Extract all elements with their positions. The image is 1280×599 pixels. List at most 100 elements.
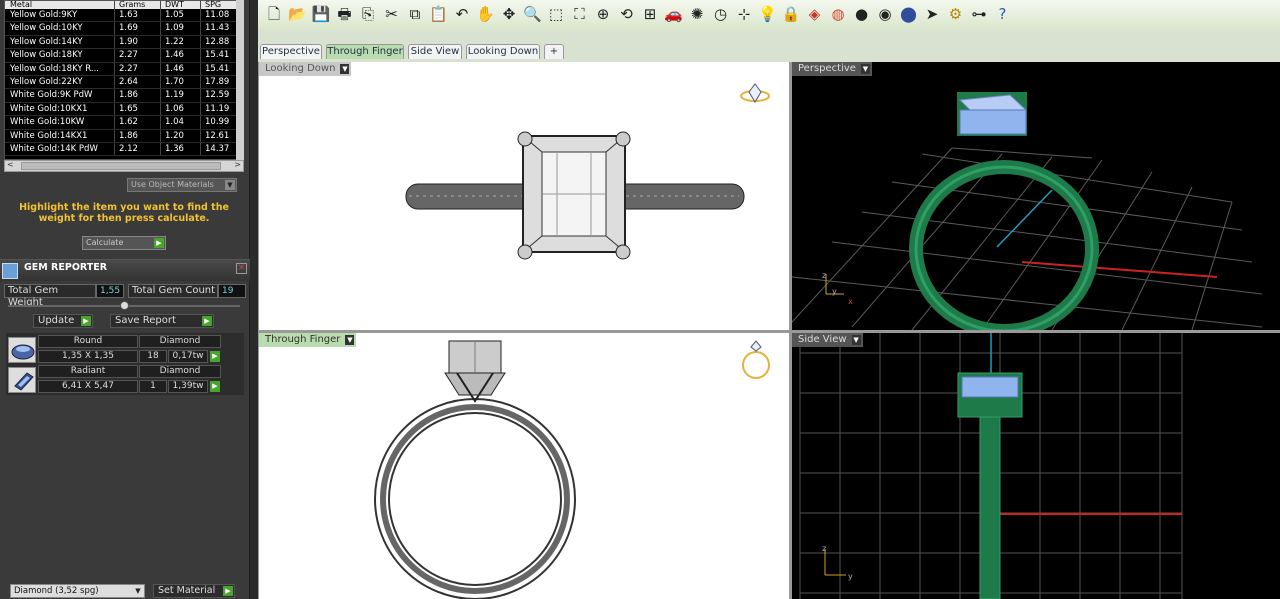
table-row[interactable]: Yellow Gold:10KY 1.69 1.09 11.43 [5, 22, 243, 36]
four-viewports-icon[interactable]: ⊞ [640, 4, 660, 24]
rotate-view-icon[interactable]: ⟲ [617, 4, 637, 24]
dwt-cell: 1.09 [161, 22, 201, 35]
light-bulb-icon[interactable]: 💡 [758, 4, 778, 24]
new-file-icon[interactable]: 🗋 [264, 4, 284, 24]
dwt-cell: 1.05 [161, 9, 201, 22]
hierarchy-icon[interactable]: ⊶ [969, 4, 989, 24]
column-header-grams[interactable]: Grams [115, 1, 161, 9]
open-folder-icon[interactable]: 📂 [288, 4, 308, 24]
gem-shape: Round [38, 335, 138, 348]
print-icon[interactable]: 🖶 [335, 4, 355, 24]
tab-perspective[interactable]: Perspective [260, 44, 322, 59]
table-vertical-scrollbar[interactable] [236, 0, 244, 160]
zoom-window-icon[interactable]: ⬚ [546, 4, 566, 24]
table-row[interactable]: White Gold:9K PdW 1.86 1.19 12.59 [5, 89, 243, 103]
table-row[interactable]: White Gold:10KX1 1.65 1.06 11.19 [5, 102, 243, 117]
list-item[interactable]: Radiant Diamond 6,41 X 5,47 1 1,39tw ▶ [6, 365, 244, 395]
viewport-label-looking-down[interactable]: Looking Down ▼ [259, 62, 352, 76]
table-row[interactable]: Yellow Gold:9KY 1.63 1.05 11.08 [5, 9, 243, 23]
settings-gear-icon[interactable]: ⚙ [946, 4, 966, 24]
left-panel: Metal Grams DWT SPG Yellow Gold:9KY 1.63 1… [0, 0, 250, 599]
tab-through-finger[interactable]: Through Finger [326, 44, 404, 59]
render-icon[interactable]: ◈ [805, 4, 825, 24]
viewport-label-perspective[interactable]: Perspective ▼ [792, 62, 872, 76]
gem-list: Round Diamond 1,35 X 1,35 18 0,17tw ▶ Ra… [6, 333, 244, 395]
table-row[interactable]: Yellow Gold:22KY 2.64 1.70 17.89 [5, 75, 243, 90]
scroll-thumb[interactable] [21, 162, 221, 170]
blue-ball-icon[interactable]: ⬤ [899, 4, 919, 24]
metal-cell: Yellow Gold:18KY R... [5, 62, 115, 75]
gem-type: Diamond [139, 335, 221, 348]
calculate-button[interactable]: Calculate ▶ [82, 236, 166, 250]
move-icon[interactable]: ✥ [499, 4, 519, 24]
table-row[interactable]: White Gold:14KX1 1.86 1.20 12.61 [5, 129, 243, 143]
gem-size: 6,41 X 5,47 [38, 380, 138, 393]
viewport-perspective[interactable]: z y x Perspective ▼ [792, 62, 1280, 330]
scroll-left-arrow-icon[interactable]: < [7, 160, 14, 169]
slider-knob[interactable] [120, 301, 129, 310]
play-arrow-icon: ▶ [81, 316, 91, 326]
gem-count: 1 [139, 380, 167, 393]
orbit-icon[interactable]: ✺ [687, 4, 707, 24]
list-item[interactable]: Round Diamond 1,35 X 1,35 18 0,17tw ▶ [6, 335, 244, 365]
column-header-dwt[interactable]: DWT [161, 1, 201, 9]
table-header: Metal Grams DWT SPG [5, 1, 243, 9]
paste-icon[interactable]: 📋 [429, 4, 449, 24]
material-select-value: Diamond (3,52 spg) [14, 586, 99, 596]
metal-cell: White Gold:14K PdW [5, 142, 115, 156]
grams-cell: 1.65 [115, 102, 161, 116]
metal-ball-icon[interactable]: ◉ [875, 4, 895, 24]
copy-icon[interactable]: ⎘ [358, 4, 378, 24]
undo-icon[interactable]: ↶ [452, 4, 472, 24]
car-icon[interactable]: 🚗 [664, 4, 684, 24]
lock-icon[interactable]: 🔒 [781, 4, 801, 24]
use-object-materials-dropdown[interactable]: Use Object Materials ▼ [127, 178, 237, 192]
grid-snap-icon[interactable]: ⊹ [734, 4, 754, 24]
table-row[interactable]: Yellow Gold:18KY 2.27 1.46 15.41 [5, 49, 243, 63]
chevron-down-icon: ▼ [135, 587, 141, 595]
perspective-ring-drawing: z y x [792, 92, 1263, 330]
scroll-right-arrow-icon[interactable]: > [234, 160, 241, 169]
play-arrow-icon[interactable]: ▶ [210, 351, 220, 362]
zoom-icon[interactable]: 🔍 [523, 4, 543, 24]
table-row[interactable]: Yellow Gold:14KY 1.90 1.22 12.88 [5, 35, 243, 50]
play-arrow-icon[interactable]: ▶ [210, 381, 220, 392]
pan-hand-icon[interactable]: ✋ [476, 4, 496, 24]
tab-side-view[interactable]: Side View [408, 44, 462, 59]
viewport-through-finger[interactable]: Through Finger ▼ [259, 333, 789, 599]
set-material-button[interactable]: Set Material ▶ [153, 584, 235, 598]
dwt-cell: 1.20 [161, 129, 201, 142]
table-row[interactable]: Yellow Gold:18KY R... 2.27 1.46 15.41 [5, 62, 243, 76]
color-wheel-icon[interactable]: ◍ [828, 4, 848, 24]
gem-shape: Radiant [38, 365, 138, 378]
grams-cell: 1.90 [115, 35, 161, 49]
cut-icon[interactable]: ✂ [382, 4, 402, 24]
zoom-extents-icon[interactable]: ⛶ [570, 4, 590, 24]
clock-icon[interactable]: ◷ [711, 4, 731, 24]
viewport-side-view[interactable]: z y Side View ▼ [792, 333, 1280, 599]
chevron-down-icon: ▼ [851, 335, 861, 345]
gem-slider[interactable] [8, 301, 240, 310]
select-pointer-icon[interactable]: ➤ [922, 4, 942, 24]
save-report-button[interactable]: Save Report ▶ [110, 314, 214, 328]
viewport-label-side-view[interactable]: Side View ▼ [792, 333, 863, 347]
save-icon[interactable]: 💾 [311, 4, 331, 24]
main-toolbar: 🗋 📂 💾 🖶 ⎘ ✂ ⧉ 📋 ↶ ✋ ✥ 🔍 ⬚ ⛶ ⊕ ⟲ ⊞ 🚗 ✺ ◷ ⊹ 💡 🔒 ◈ ◍ ● ◉ ⬤ ➤ ⚙ ⊶? [258, 0, 1280, 30]
zoom-selected-icon[interactable]: ⊕ [593, 4, 613, 24]
material-select[interactable]: Diamond (3,52 spg) ▼ [10, 584, 145, 598]
paste-copy-icon[interactable]: ⧉ [405, 4, 425, 24]
help-icon[interactable]: ? [993, 4, 1013, 24]
table-horizontal-scrollbar[interactable]: < > [4, 160, 244, 172]
update-button[interactable]: Update ▶ [33, 314, 93, 328]
viewport-label-through-finger[interactable]: Through Finger ▼ [259, 333, 357, 347]
table-row[interactable]: White Gold:10KW 1.62 1.04 10.99 [5, 116, 243, 130]
column-header-metal[interactable]: Metal [5, 1, 115, 9]
table-row[interactable]: White Gold:14K PdW 2.12 1.36 14.37 [5, 142, 243, 157]
grams-cell: 1.63 [115, 9, 161, 22]
shaded-ball-icon[interactable]: ● [852, 4, 872, 24]
add-tab-icon[interactable]: + [544, 44, 564, 59]
close-icon[interactable]: × [236, 263, 247, 274]
tab-looking-down[interactable]: Looking Down [466, 44, 540, 59]
viewport-looking-down[interactable]: Looking Down ▼ [259, 62, 789, 330]
dwt-cell: 1.46 [161, 62, 201, 75]
